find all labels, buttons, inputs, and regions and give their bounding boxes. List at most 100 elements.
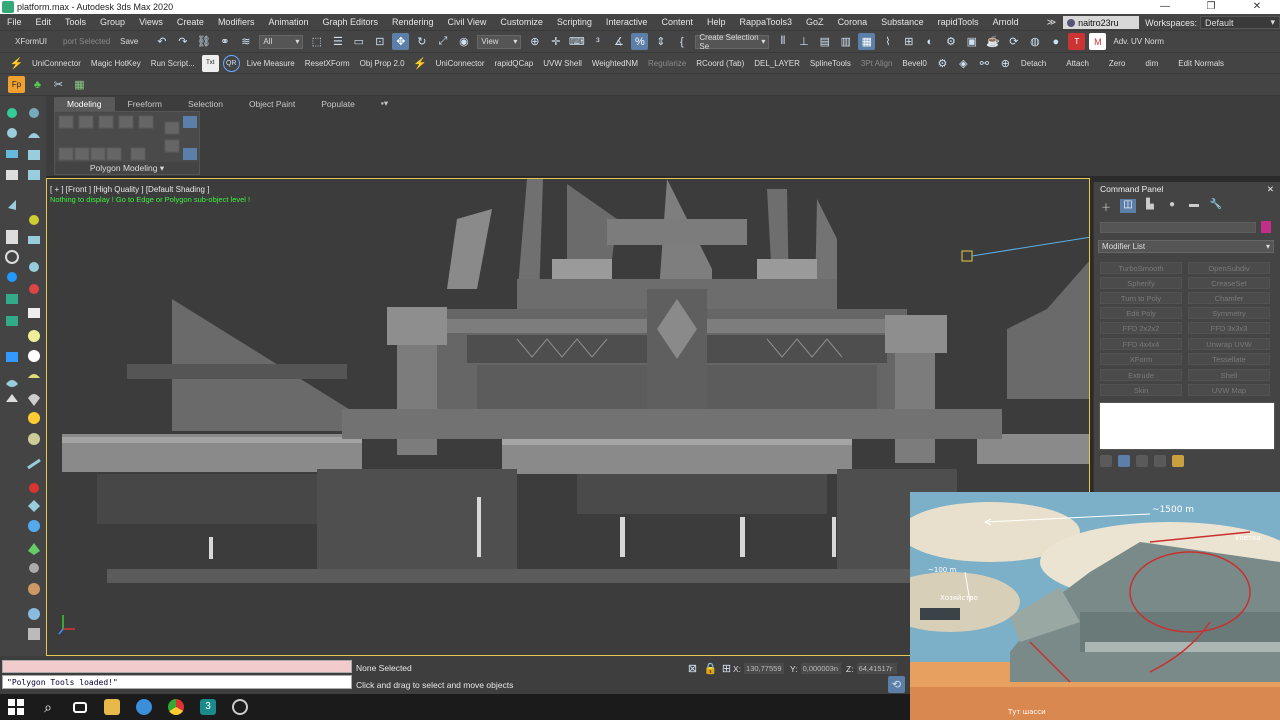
splinetools-button[interactable]: SplineTools xyxy=(805,59,856,68)
search-button[interactable]: ⌕ xyxy=(32,694,64,720)
shell-button[interactable]: Shell xyxy=(1188,369,1270,381)
curve-editor-icon[interactable]: ⌇ xyxy=(879,33,896,50)
menu-rendering[interactable]: Rendering xyxy=(385,17,441,27)
pin-stack-icon[interactable] xyxy=(1100,455,1112,467)
uvw-shell-button[interactable]: UVW Shell xyxy=(538,59,587,68)
edit-named-selection-icon[interactable]: { xyxy=(673,33,690,50)
symmetry-button[interactable]: Symmetry xyxy=(1188,307,1270,319)
selection-lock-icon[interactable]: 🔒 xyxy=(702,660,719,677)
maxscript-listener-input[interactable] xyxy=(2,660,352,673)
menu-rappatools[interactable]: RappaTools3 xyxy=(733,17,800,27)
taskbar-app-1[interactable] xyxy=(96,694,128,720)
extrude-button[interactable]: Extrude xyxy=(1100,369,1182,381)
ffd-4x4x4-button[interactable]: FFD 4x4x4 xyxy=(1100,338,1182,350)
render-setup-icon[interactable]: ⚙ xyxy=(942,33,959,50)
workspace-dropdown[interactable]: Default ▾ xyxy=(1200,16,1280,29)
xform-button[interactable]: XForm xyxy=(1100,353,1182,365)
bind-space-warp-icon[interactable]: ≋ xyxy=(237,33,254,50)
rapidqcap-button[interactable]: rapidQCap xyxy=(490,59,539,68)
selection-filter-dropdown[interactable]: All ▾ xyxy=(259,34,304,49)
concept-art-reference[interactable]: ~1500 m ~100 m Хозяйство Улетка Тут шасс… xyxy=(910,492,1280,720)
select-rotate-icon[interactable]: ↻ xyxy=(413,33,430,50)
redo-icon[interactable]: ↷ xyxy=(174,33,191,50)
gmail-icon[interactable]: M xyxy=(1089,33,1107,50)
make-unique-icon[interactable] xyxy=(1136,455,1148,467)
taskbar-app-4[interactable]: 3 xyxy=(192,694,224,720)
slice-icon[interactable]: ◈ xyxy=(955,55,972,72)
arnold-icon[interactable]: ● xyxy=(1047,33,1064,50)
regularize-button[interactable]: Regularize xyxy=(643,59,691,68)
menu-interactive[interactable]: Interactive xyxy=(599,17,655,27)
connector-icon[interactable]: ⚡ xyxy=(412,55,429,72)
adaptive-degradation-icon[interactable]: ⟲ xyxy=(888,676,905,693)
menu-customize[interactable]: Customize xyxy=(493,17,550,27)
object-name-field[interactable] xyxy=(1100,222,1256,233)
menu-civil-view[interactable]: Civil View xyxy=(441,17,494,27)
align-icon[interactable]: ⊥ xyxy=(795,33,812,50)
uniconnector-button[interactable]: UniConnector xyxy=(27,59,86,68)
task-view-button[interactable] xyxy=(64,694,96,720)
menu-arnold[interactable]: Arnold xyxy=(986,17,1026,27)
menu-views[interactable]: Views xyxy=(132,17,170,27)
scene-explorer-icon[interactable]: ▤ xyxy=(816,33,833,50)
link-icon[interactable]: ⛓ xyxy=(195,33,212,50)
menu-overflow-button[interactable]: ≫ xyxy=(1040,17,1063,28)
place-icon[interactable]: ◉ xyxy=(455,33,472,50)
cut-icon[interactable]: ⚙ xyxy=(934,55,951,72)
opensubdiv-button[interactable]: OpenSubdiv xyxy=(1188,262,1270,274)
spinner-snap-icon[interactable]: ⇕ xyxy=(652,33,669,50)
taskbar-app-5[interactable] xyxy=(224,694,256,720)
turn-to-poly-button[interactable]: Turn to Poly xyxy=(1100,292,1182,304)
menu-graph-editors[interactable]: Graph Editors xyxy=(315,17,385,27)
select-by-name-icon[interactable]: ☰ xyxy=(329,33,346,50)
3pt-align-button[interactable]: 3Pt Align xyxy=(856,59,898,68)
menu-file[interactable]: File xyxy=(0,17,29,27)
pivot-center-icon[interactable]: ⊕ xyxy=(526,33,543,50)
taskbar-app-2[interactable] xyxy=(128,694,160,720)
polygon-modeling-icons[interactable] xyxy=(55,112,201,164)
run-script-button[interactable]: Run Script... xyxy=(146,59,200,68)
display-tab-icon[interactable]: ▬ xyxy=(1186,199,1202,213)
y-value-field[interactable]: 0,000003n xyxy=(800,663,841,674)
taskbar-app-3[interactable] xyxy=(160,694,192,720)
tools-icon[interactable]: ✂ xyxy=(50,76,67,93)
zero-button[interactable]: Zero xyxy=(1104,59,1130,68)
tessellate-button[interactable]: Tessellate xyxy=(1188,353,1270,365)
resetxform-button[interactable]: ResetXForm xyxy=(300,59,355,68)
minimize-button[interactable]: — xyxy=(1142,0,1188,14)
uniconnector-2-button[interactable]: UniConnector xyxy=(431,59,490,68)
window-crossing-icon[interactable]: ⊡ xyxy=(371,33,388,50)
del-layer-button[interactable]: DEL_LAYER xyxy=(749,59,805,68)
z-value-field[interactable]: 64,41517r xyxy=(856,663,897,674)
hierarchy-tab-icon[interactable]: ▙ xyxy=(1142,199,1158,213)
keyboard-shortcut-icon[interactable]: ⌨ xyxy=(568,33,585,50)
xformui-button[interactable]: XFormUI xyxy=(10,37,52,46)
maximize-button[interactable]: ❐ xyxy=(1188,0,1234,14)
menu-help[interactable]: Help xyxy=(700,17,733,27)
attach-button[interactable]: Attach xyxy=(1061,59,1094,68)
layer-explorer-icon[interactable]: ▥ xyxy=(837,33,854,50)
create-tab-icon[interactable]: ＋ xyxy=(1098,199,1114,214)
close-icon[interactable]: ✕ xyxy=(1267,184,1274,195)
polygon-modeling-label[interactable]: Polygon Modeling ▾ xyxy=(55,162,199,174)
weightednm-button[interactable]: WeightedNM xyxy=(587,59,643,68)
menu-create[interactable]: Create xyxy=(170,17,211,27)
unlink-icon[interactable]: ⚭ xyxy=(216,33,233,50)
ffd-3x3x3-button[interactable]: FFD 3x3x3 xyxy=(1188,322,1270,334)
menu-modifiers[interactable]: Modifiers xyxy=(211,17,262,27)
show-end-result-icon[interactable] xyxy=(1118,455,1130,467)
render-icon[interactable]: ☕ xyxy=(984,33,1001,50)
tab-object-paint[interactable]: Object Paint xyxy=(236,97,308,111)
schematic-view-icon[interactable]: ⊞ xyxy=(900,33,917,50)
live-measure-button[interactable]: Live Measure xyxy=(242,59,300,68)
select-object-icon[interactable]: ⬚ xyxy=(308,33,325,50)
rendered-frame-icon[interactable]: ▣ xyxy=(963,33,980,50)
modifier-list-dropdown[interactable]: Modifier List ▾ xyxy=(1098,240,1274,253)
bevel0-button[interactable]: Bevel0 xyxy=(897,59,931,68)
menu-scripting[interactable]: Scripting xyxy=(550,17,599,27)
chamfer-button[interactable]: Chamfer xyxy=(1188,292,1270,304)
configure-modifier-sets-icon[interactable] xyxy=(1172,455,1184,467)
x-value-field[interactable]: 130,77559 xyxy=(744,663,785,674)
detach-button[interactable]: Detach xyxy=(1016,59,1051,68)
adv-uv-norm-button[interactable]: Adv. UV Norm xyxy=(1108,37,1169,46)
